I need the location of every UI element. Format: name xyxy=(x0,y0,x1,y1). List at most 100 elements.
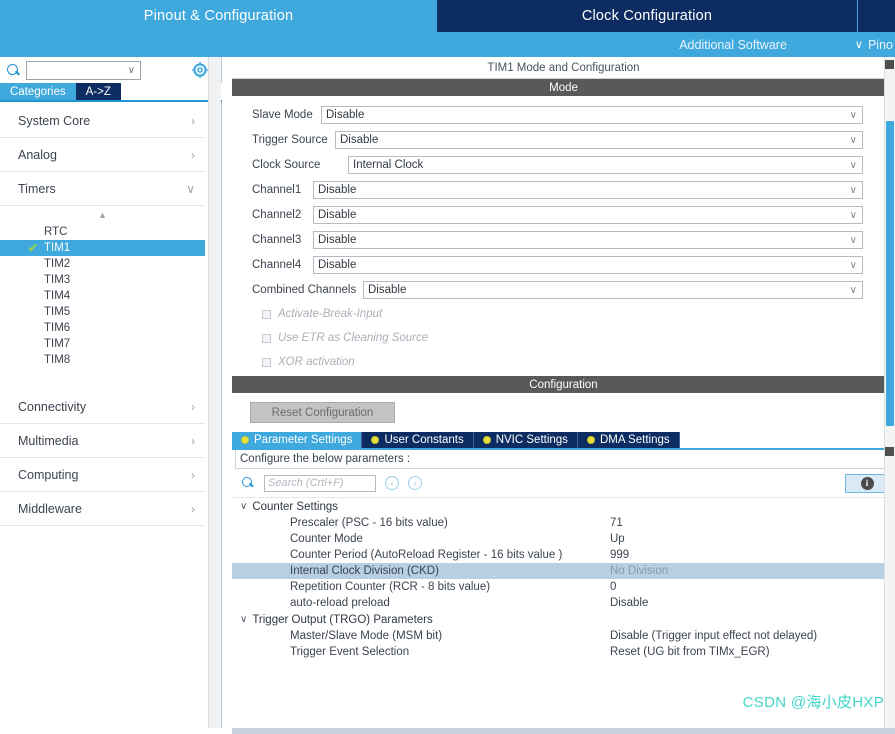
status-dot-icon xyxy=(482,436,491,444)
chevron-down-icon: ∨ xyxy=(854,39,863,51)
table-row[interactable]: auto-reload preload Disable xyxy=(232,595,895,611)
chevron-down-icon: ∨ xyxy=(127,64,135,76)
configuration-section-header-label: Configuration xyxy=(529,378,598,391)
tab-pinout-configuration[interactable]: Pinout & Configuration xyxy=(0,0,437,32)
field-channel2-label: Channel2 xyxy=(252,208,302,221)
field-combined-channels-select[interactable]: Disable ∨ xyxy=(363,280,863,299)
sidebar-item-tim1[interactable]: ✔ TIM1 xyxy=(0,240,205,256)
chevron-down-icon: ∨ xyxy=(849,109,857,121)
sidebar-item-computing[interactable]: Computing › xyxy=(0,458,205,492)
sidebar-tabs: Categories A->Z xyxy=(0,83,222,102)
sidebar-item-tim2-label: TIM2 xyxy=(44,258,71,270)
parameter-name: Internal Clock Division (CKD) xyxy=(290,565,439,577)
sidebar-item-tim3-label: TIM3 xyxy=(44,274,71,286)
table-row[interactable]: Counter Mode Up xyxy=(232,531,895,547)
table-row[interactable]: Master/Slave Mode (MSM bit) Disable (Tri… xyxy=(232,628,895,644)
tab-user-constants-label: User Constants xyxy=(384,434,464,446)
field-channel4-select[interactable]: Disable ∨ xyxy=(313,255,863,274)
parameter-search-placeholder: Search (Crtl+F) xyxy=(268,477,344,489)
sidebar-item-tim8[interactable]: TIM8 xyxy=(0,352,205,368)
sidebar-item-tim7[interactable]: TIM7 xyxy=(0,336,205,352)
table-row[interactable]: Trigger Event Selection Reset (UG bit fr… xyxy=(232,644,895,660)
checkbox-use-etr-cleaning-source[interactable]: Use ETR as Cleaning Source xyxy=(232,326,895,350)
sidebar-item-tim2[interactable]: TIM2 xyxy=(0,256,205,272)
checkbox-xor-activation[interactable]: XOR activation xyxy=(232,350,895,374)
field-channel1-select[interactable]: Disable ∨ xyxy=(313,180,863,199)
parameter-search-input[interactable]: Search (Crtl+F) xyxy=(264,474,376,492)
sidebar-tab-az[interactable]: A->Z xyxy=(75,83,121,100)
field-slave-mode-select[interactable]: Disable ∨ xyxy=(321,105,863,124)
gear-icon[interactable] xyxy=(192,62,208,78)
table-row[interactable]: Counter Period (AutoReload Register - 16… xyxy=(232,547,895,563)
sidebar-item-tim6[interactable]: TIM6 xyxy=(0,320,205,336)
sidebar-item-tim4-label: TIM4 xyxy=(44,290,71,302)
sidebar-tab-categories[interactable]: Categories xyxy=(0,83,76,100)
parameter-name: auto-reload preload xyxy=(290,597,390,609)
scrollbar-bottom-marker xyxy=(885,447,894,456)
field-trigger-source-select[interactable]: Disable ∨ xyxy=(335,130,863,149)
sidebar-item-tim6-label: TIM6 xyxy=(44,322,71,334)
field-combined-channels-value: Disable xyxy=(368,283,407,296)
sidebar-item-middleware[interactable]: Middleware › xyxy=(0,492,205,526)
search-prev-button[interactable]: ‹ xyxy=(385,476,399,490)
sidebar-item-connectivity[interactable]: Connectivity › xyxy=(0,390,205,424)
sidebar-item-tim4[interactable]: TIM4 xyxy=(0,288,205,304)
page-title-label: TIM1 Mode and Configuration xyxy=(487,61,640,74)
configure-note-label: Configure the below parameters : xyxy=(240,453,411,465)
search-next-icon: › xyxy=(413,477,417,488)
tab-pinout-configuration-label: Pinout & Configuration xyxy=(143,8,294,24)
sidebar-item-system-core[interactable]: System Core › xyxy=(0,104,205,138)
field-trigger-source-value: Disable xyxy=(340,133,379,146)
tab-clock-configuration[interactable]: Clock Configuration xyxy=(437,0,857,32)
tab-nvic-settings[interactable]: NVIC Settings xyxy=(473,432,578,448)
scrollbar-thumb[interactable] xyxy=(886,121,894,426)
sidebar-item-timers[interactable]: Timers ∨ xyxy=(0,172,205,206)
checkbox-activate-break-input[interactable]: Activate-Break-Input xyxy=(232,302,895,326)
table-row-selected[interactable]: Internal Clock Division (CKD) No Divisio… xyxy=(232,563,895,579)
chevron-right-icon: › xyxy=(191,501,195,516)
chevron-right-icon: › xyxy=(191,467,195,482)
reset-configuration-button-label: Reset Configuration xyxy=(271,406,374,419)
parameter-group-trigger-output[interactable]: ∨ Trigger Output (TRGO) Parameters xyxy=(232,611,895,628)
info-button[interactable]: i xyxy=(845,473,889,493)
field-channel3-value: Disable xyxy=(318,233,357,246)
scrollbar-top-marker xyxy=(885,60,894,69)
tab-clock-configuration-label: Clock Configuration xyxy=(581,8,713,24)
additional-software-button[interactable]: Additional Software xyxy=(679,38,787,52)
tab-dma-settings[interactable]: DMA Settings xyxy=(577,432,680,448)
tab-overflow-area[interactable] xyxy=(857,0,895,32)
field-channel3-select[interactable]: Disable ∨ xyxy=(313,230,863,249)
top-navigation-bar: Pinout & Configuration Clock Configurati… xyxy=(0,0,895,32)
sidebar-item-multimedia[interactable]: Multimedia › xyxy=(0,424,205,458)
parameter-name: Trigger Event Selection xyxy=(290,646,410,658)
search-next-button[interactable]: › xyxy=(408,476,422,490)
tab-user-constants[interactable]: User Constants xyxy=(362,432,474,448)
main-scrollbar[interactable] xyxy=(884,57,895,734)
field-channel2-select[interactable]: Disable ∨ xyxy=(313,205,863,224)
status-dot-icon xyxy=(241,436,249,444)
tab-parameter-settings[interactable]: Parameter Settings xyxy=(232,432,363,448)
field-clock-source-select[interactable]: Internal Clock ∨ xyxy=(348,155,863,174)
parameter-group-counter-settings[interactable]: ∨ Counter Settings xyxy=(232,498,895,515)
configuration-section-body: Reset Configuration Parameter Settings U… xyxy=(232,402,895,660)
checkbox-xor-activation-label: XOR activation xyxy=(278,356,355,368)
pinout-menu-label: Pino xyxy=(867,37,893,52)
sidebar-item-middleware-label: Middleware xyxy=(18,501,82,516)
sidebar-item-tim3[interactable]: TIM3 xyxy=(0,272,205,288)
tab-dma-settings-label: DMA Settings xyxy=(599,434,670,446)
table-row[interactable]: Repetition Counter (RCR - 8 bits value) … xyxy=(232,579,895,595)
sidebar-scrollbar[interactable] xyxy=(208,57,221,734)
sidebar-item-tim5[interactable]: TIM5 xyxy=(0,304,205,320)
field-channel1: Channel1 Disable ∨ xyxy=(232,177,895,202)
parameter-value: Up xyxy=(610,533,625,545)
field-combined-channels-label: Combined Channels xyxy=(252,283,357,296)
reset-configuration-button[interactable]: Reset Configuration xyxy=(250,402,395,423)
sidebar-item-rtc[interactable]: RTC xyxy=(0,224,205,240)
chevron-down-icon: ∨ xyxy=(849,159,857,171)
checkbox-icon xyxy=(262,333,271,343)
timers-collapse-handle[interactable]: ▲ xyxy=(0,206,205,224)
sidebar-item-analog[interactable]: Analog › xyxy=(0,138,205,172)
pinout-menu[interactable]: ∨ Pino xyxy=(855,38,893,52)
search-input[interactable]: ∨ xyxy=(26,60,141,80)
table-row[interactable]: Prescaler (PSC - 16 bits value) 71 xyxy=(232,515,895,531)
